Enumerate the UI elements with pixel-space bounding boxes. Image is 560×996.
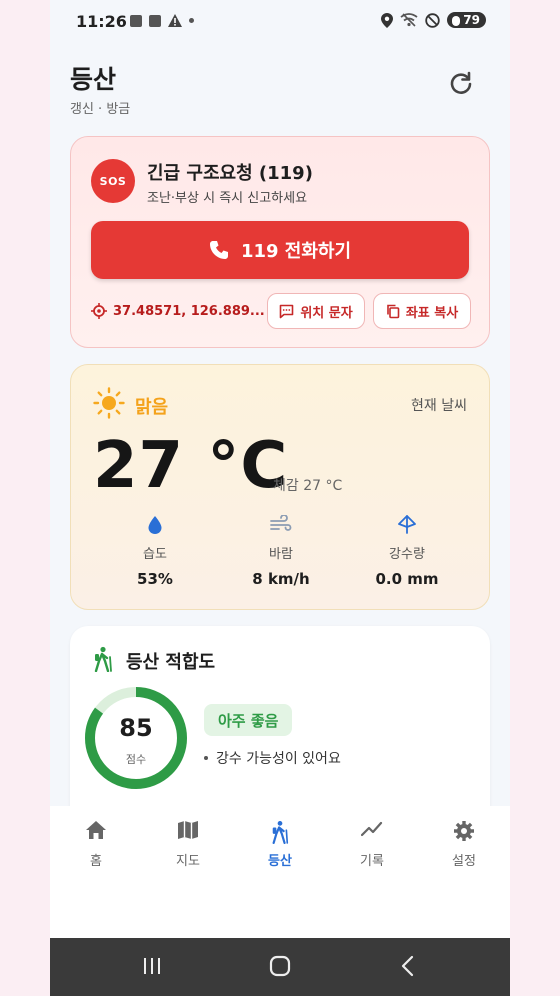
call-119-button[interactable]: 119 전화하기 bbox=[91, 221, 469, 279]
weather-label: 현재 날씨 bbox=[411, 398, 467, 414]
copy-coordinates-button[interactable]: 좌표 복사 bbox=[373, 293, 471, 329]
suitability-score: 85 bbox=[119, 714, 153, 742]
wind-stat: 바람 8 km/h bbox=[221, 515, 341, 588]
map-icon bbox=[178, 821, 198, 839]
wind-label: 바람 bbox=[269, 547, 293, 562]
suitability-note: 강수 가능성이 있어요 bbox=[204, 748, 341, 768]
feels-like: 체감 27 °C bbox=[273, 478, 343, 494]
sun-icon bbox=[93, 387, 125, 419]
do-not-disturb-icon bbox=[425, 12, 440, 28]
temperature: 27 °C bbox=[93, 429, 289, 503]
wind-icon bbox=[270, 515, 292, 531]
nav-records[interactable]: 기록 bbox=[337, 820, 407, 869]
wind-value: 8 km/h bbox=[252, 570, 310, 588]
suitability-title: 등산 적합도 bbox=[126, 652, 216, 673]
refresh-icon[interactable] bbox=[447, 70, 475, 98]
water-drop-icon bbox=[148, 516, 162, 534]
home-button-icon[interactable] bbox=[269, 955, 291, 977]
humidity-value: 53% bbox=[137, 570, 173, 588]
nav-hiking-label: 등산 bbox=[268, 854, 292, 869]
nav-records-label: 기록 bbox=[360, 854, 384, 869]
check-box-icon bbox=[149, 14, 161, 27]
precipitation-label: 강수량 bbox=[389, 547, 425, 562]
emergency-title: 긴급 구조요청 (119) bbox=[147, 163, 313, 184]
hiking-icon bbox=[272, 821, 289, 844]
warning-icon bbox=[168, 14, 182, 27]
battery-indicator: 79 bbox=[447, 12, 486, 28]
camera-icon bbox=[130, 14, 142, 27]
page-title: 등산 bbox=[70, 65, 117, 94]
umbrella-icon bbox=[398, 515, 416, 534]
grade-badge: 아주 좋음 bbox=[204, 704, 293, 736]
humidity-label: 습도 bbox=[143, 547, 167, 562]
current-coordinates: 37.48571, 126.889... bbox=[91, 303, 266, 319]
hiker-icon bbox=[94, 646, 112, 672]
precipitation-stat: 강수량 0.0 mm bbox=[347, 515, 467, 588]
nav-map[interactable]: 지도 bbox=[153, 820, 223, 869]
send-location-sms-button[interactable]: 위치 문자 bbox=[267, 293, 365, 329]
nav-hiking[interactable]: 등산 bbox=[245, 820, 315, 869]
notification-icons bbox=[130, 14, 194, 27]
sms-button-label: 위치 문자 bbox=[300, 305, 353, 321]
trending-icon bbox=[361, 821, 383, 837]
coordinates-text: 37.48571, 126.889... bbox=[113, 303, 265, 319]
note-text: 강수 가능성이 있어요 bbox=[216, 751, 341, 767]
location-icon bbox=[381, 12, 394, 28]
weather-condition: 맑음 bbox=[135, 397, 169, 418]
system-navigation-bar bbox=[50, 938, 510, 996]
more-notifications-icon bbox=[189, 18, 194, 23]
bullet-icon bbox=[204, 756, 208, 760]
hiking-suitability-card: 등산 적합도 85 점수 아주 좋음 강수 가능성이 있어요 bbox=[70, 626, 490, 826]
message-icon bbox=[280, 304, 294, 318]
sos-icon: SOS bbox=[91, 159, 135, 203]
status-time: 11:26 bbox=[76, 12, 127, 31]
nav-home-label: 홈 bbox=[90, 854, 102, 869]
precipitation-value: 0.0 mm bbox=[375, 570, 439, 588]
gear-icon bbox=[454, 821, 474, 841]
recent-apps-icon[interactable] bbox=[142, 956, 162, 976]
system-icons: 79 bbox=[381, 12, 486, 28]
crosshair-icon bbox=[91, 303, 107, 319]
nav-home[interactable]: 홈 bbox=[61, 820, 131, 869]
score-label: 점수 bbox=[125, 753, 147, 766]
emergency-card: SOS 긴급 구조요청 (119) 조난·부상 시 즉시 신고하세요 119 전… bbox=[70, 136, 490, 348]
nav-map-label: 지도 bbox=[176, 854, 200, 869]
last-updated: 갱신 · 방금 bbox=[70, 102, 131, 117]
home-icon bbox=[86, 821, 106, 839]
bottom-navigation: 홈 지도 등산 기록 설정 bbox=[50, 806, 510, 938]
status-bar: 11:26 79 bbox=[50, 0, 510, 44]
nav-settings[interactable]: 설정 bbox=[429, 820, 499, 869]
emergency-description: 조난·부상 시 즉시 신고하세요 bbox=[147, 191, 308, 206]
humidity-stat: 습도 53% bbox=[95, 515, 215, 588]
back-icon[interactable] bbox=[400, 955, 414, 977]
nav-settings-label: 설정 bbox=[452, 854, 476, 869]
phone-screen: 11:26 79 등산 갱신 · 방금 SOS 긴급 구조요청 (119) 조난… bbox=[50, 0, 510, 996]
call-button-label: 119 전화하기 bbox=[240, 241, 352, 262]
wifi-off-icon bbox=[400, 13, 418, 27]
copy-icon bbox=[387, 304, 400, 318]
phone-icon bbox=[209, 241, 228, 259]
weather-card: 맑음 현재 날씨 27 °C 체감 27 °C 습도 53% 바람 8 km/h… bbox=[70, 364, 490, 610]
copy-button-label: 좌표 복사 bbox=[405, 305, 459, 321]
